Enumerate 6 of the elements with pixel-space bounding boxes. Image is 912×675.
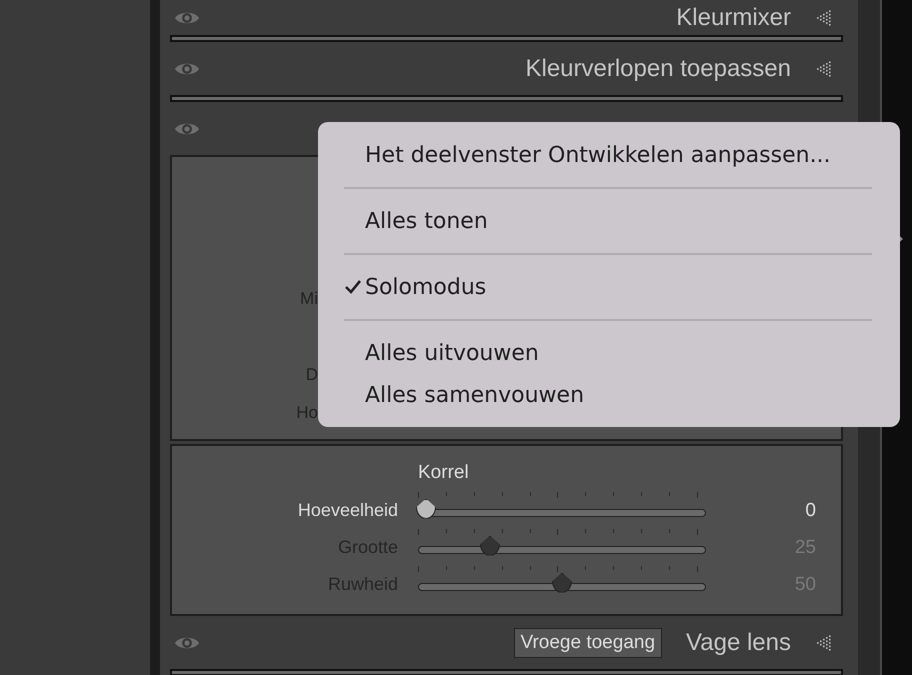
- section-title: Korrel: [418, 462, 469, 484]
- panel-title: Vage lens: [686, 628, 791, 656]
- slider-label: Hoeveelheid: [296, 500, 398, 521]
- panel-title: Kleurverlopen toepassen: [525, 54, 791, 82]
- panel-title: Kleurmixer: [676, 4, 791, 32]
- slider-value: 0: [804, 500, 816, 522]
